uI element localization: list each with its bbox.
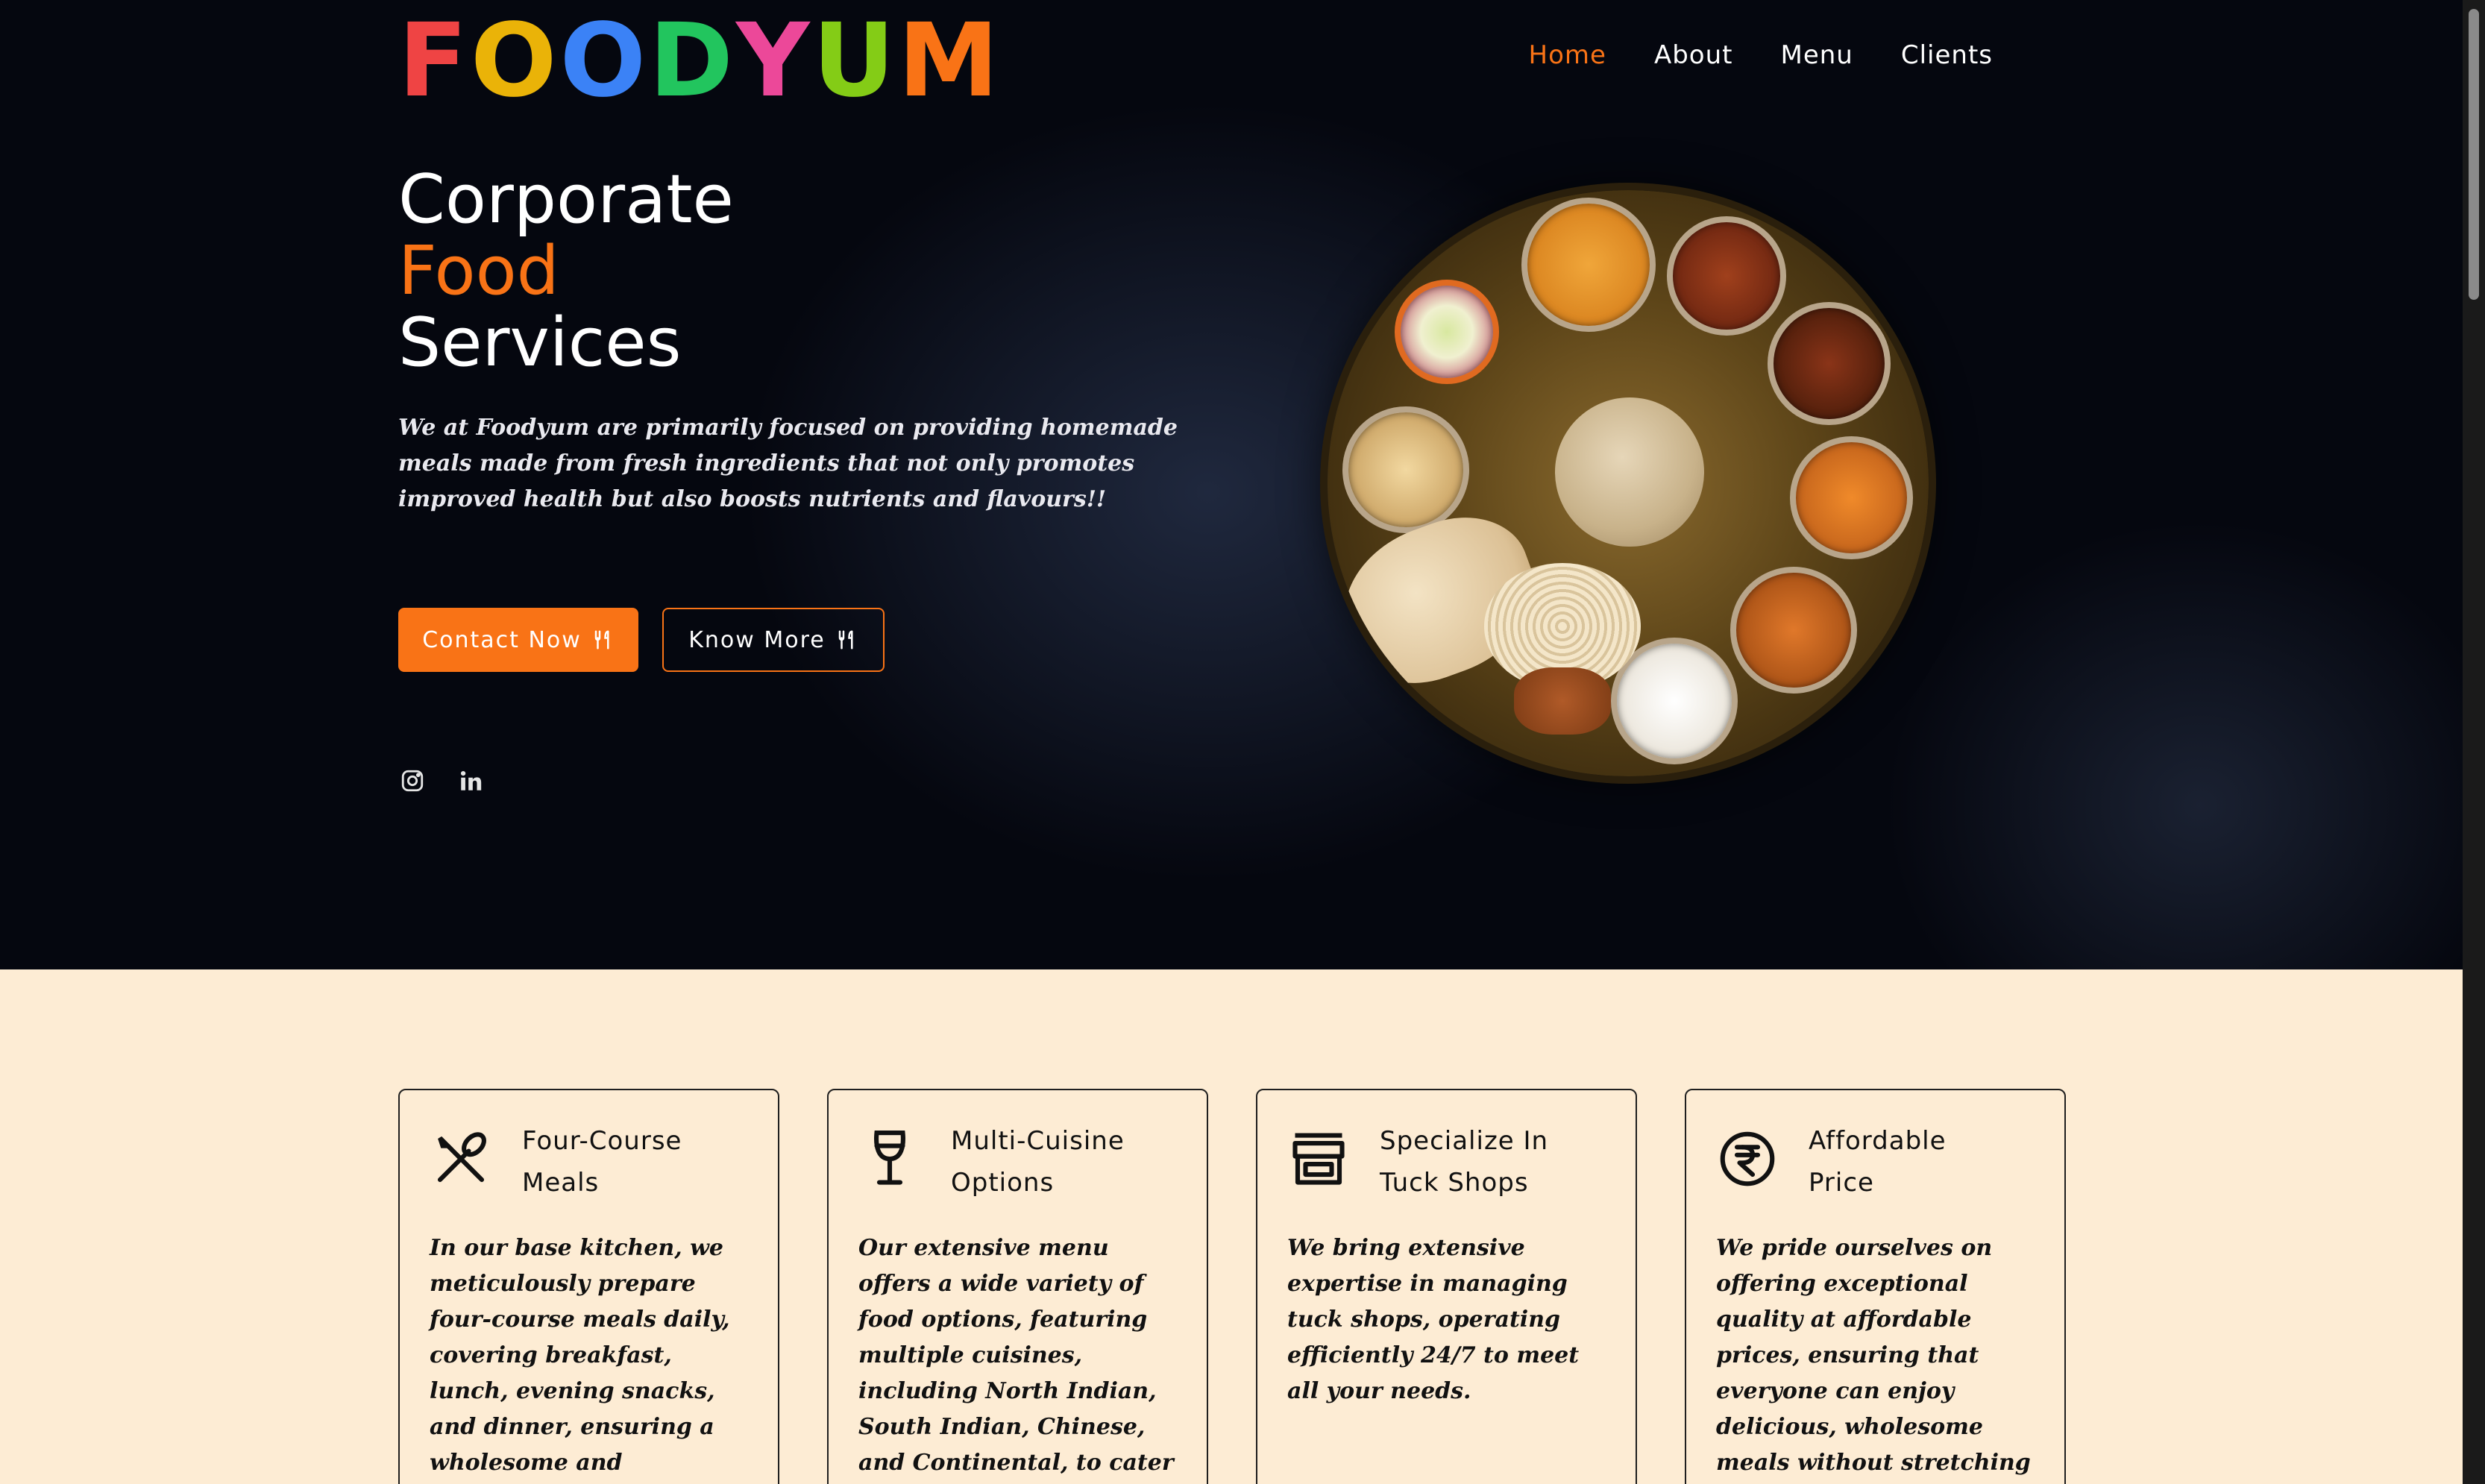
feature-card: Specialize In Tuck Shops We bring extens… [1256,1089,1637,1484]
nav-clients[interactable]: Clients [1901,40,1993,70]
rupee-icon [1720,1131,1775,1186]
wine-glass-icon [874,1130,905,1185]
food-bowl [1667,216,1786,336]
social-links [400,768,483,793]
card-title-line2: Options [951,1168,1055,1198]
food-bowl [1768,302,1891,425]
nav-menu[interactable]: Menu [1780,40,1853,70]
foodyum-logo[interactable]: FOODYUM [398,10,1002,112]
card-body: In our base kitchen, we meticulously pre… [430,1235,730,1476]
page: FOODYUM Home About Menu Clients Corporat… [0,0,2485,1484]
hero-description: We at Foodyum are primarily focused on p… [398,415,1178,512]
know-more-label: Know More [688,626,826,653]
card-title-line1: Specialize In [1380,1126,1549,1156]
instagram-icon[interactable] [400,768,425,793]
food-bowl [1342,406,1469,533]
contact-now-button[interactable]: Contact Now [398,608,638,672]
know-more-button[interactable]: Know More [662,608,885,672]
logo-letter-o2: O [559,2,650,120]
logo-letter-d: D [649,2,737,120]
food-bowl [1521,198,1656,332]
scrollbar-thumb[interactable] [2469,9,2479,300]
card-body: We bring extensive expertise in managing… [1287,1235,1580,1404]
spoon-knife-icon [437,1132,486,1183]
card-body: We pride ourselves on offering exception… [1716,1235,2031,1476]
food-bowl [1790,436,1913,559]
nav-home[interactable]: Home [1529,40,1606,70]
food-bowl [1730,567,1857,694]
card-title-line2: Meals [522,1168,600,1198]
salad-bowl [1395,280,1499,384]
vada [1514,667,1611,735]
utensils-icon [594,630,609,650]
page-scrollbar[interactable] [2463,0,2485,1484]
main-nav: Home About Menu Clients [1529,40,1993,70]
feature-card: Four-Course Meals In our base kitchen, w… [398,1089,779,1484]
hero-title-line2: Food [398,232,559,310]
logo-letter-y: Y [736,2,813,120]
contact-now-label: Contact Now [422,626,582,653]
hero-title: Corporate Food Services [398,164,734,379]
logo-letter-f: F [398,2,471,120]
utensils-icon [838,630,853,650]
card-title-line2: Price [1809,1168,1874,1198]
logo-letter-o1: O [470,2,560,120]
card-title-line1: Four-Course [522,1126,682,1156]
card-title-line1: Multi-Cuisine [951,1126,1125,1156]
logo-letter-u: U [812,2,898,120]
shop-icon [1292,1133,1345,1185]
card-title-line2: Tuck Shops [1380,1168,1529,1198]
card-body: Our extensive menu offers a wide variety… [858,1235,1174,1476]
hero-title-line3: Services [398,304,682,382]
features-section: Four-Course Meals In our base kitchen, w… [398,1089,2066,1484]
feature-card: Affordable Price We pride ourselves on o… [1685,1089,2066,1484]
logo-letter-m: M [897,2,1002,120]
hero-title-line1: Corporate [398,160,734,239]
linkedin-icon[interactable] [458,768,483,793]
card-title-line1: Affordable [1809,1126,1947,1156]
rice-mound [1555,397,1704,547]
nav-about[interactable]: About [1654,40,1733,70]
hero-section: FOODYUM Home About Menu Clients Corporat… [0,0,2463,969]
thali-food-image [1328,190,1929,776]
feature-card: Multi-Cuisine Options Our extensive menu… [827,1089,1208,1484]
